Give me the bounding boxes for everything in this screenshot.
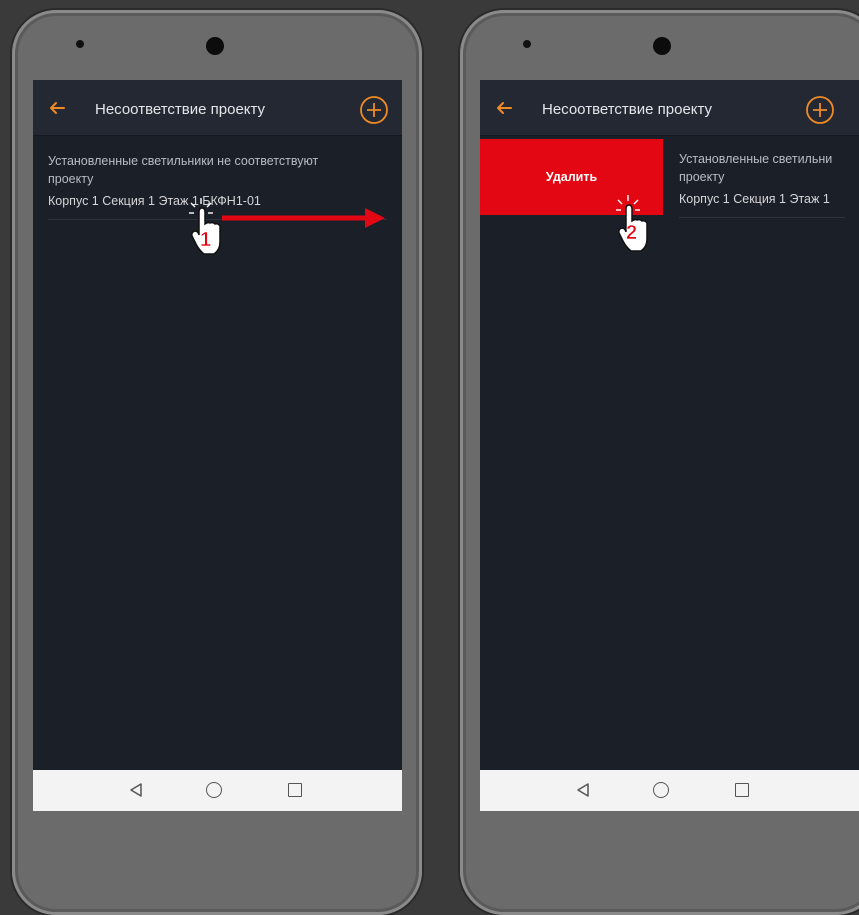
arrow-left-icon[interactable] xyxy=(494,98,514,118)
app-bar: Несоответствие проекту xyxy=(33,80,402,136)
list-item-swiped[interactable]: Установленные светильни проекту Корпус 1… xyxy=(679,150,859,220)
divider xyxy=(48,219,387,220)
item-location: Корпус 1 Секция 1 Этаж 1 БКФН1-01 xyxy=(48,194,261,208)
speaker-dot xyxy=(76,40,84,48)
speaker-dot xyxy=(523,40,531,48)
plus-circle-icon[interactable] xyxy=(805,95,835,125)
circle-home-icon[interactable] xyxy=(653,782,669,798)
system-nav-bar xyxy=(480,770,859,811)
circle-home-icon[interactable] xyxy=(206,782,222,798)
arrow-left-icon[interactable] xyxy=(47,98,67,118)
item-title: Установленные светильники не соответству… xyxy=(48,154,319,168)
item-title: Установленные светильни xyxy=(679,152,833,166)
front-camera xyxy=(653,37,671,55)
triangle-back-icon[interactable] xyxy=(575,782,591,798)
delete-button[interactable]: Удалить xyxy=(480,139,663,215)
square-recents-icon[interactable] xyxy=(735,783,749,797)
app-bar: Несоответствие проекту xyxy=(480,80,859,136)
screen: Несоответствие проекту Установленные све… xyxy=(33,80,402,811)
list-item[interactable]: Установленные светильники не соответству… xyxy=(33,152,402,222)
item-title-continued: проекту xyxy=(679,170,725,184)
item-location: Корпус 1 Секция 1 Этаж 1 xyxy=(679,192,830,206)
triangle-back-icon[interactable] xyxy=(128,782,144,798)
item-title-continued: проекту xyxy=(48,172,94,186)
page-title: Несоответствие проекту xyxy=(95,101,266,118)
front-camera xyxy=(206,37,224,55)
page-title: Несоответствие проекту xyxy=(542,101,713,118)
plus-circle-icon[interactable] xyxy=(359,95,389,125)
system-nav-bar xyxy=(33,770,402,811)
step-marker-2: 2 xyxy=(626,222,638,245)
step-marker-1: 1 xyxy=(200,229,212,252)
phone-frame-left: Несоответствие проекту Установленные све… xyxy=(12,10,422,915)
phone-frame-right: Несоответствие проекту Удалить Установле… xyxy=(460,10,859,915)
screen: Несоответствие проекту Удалить Установле… xyxy=(480,80,859,811)
square-recents-icon[interactable] xyxy=(288,783,302,797)
divider xyxy=(679,217,845,218)
